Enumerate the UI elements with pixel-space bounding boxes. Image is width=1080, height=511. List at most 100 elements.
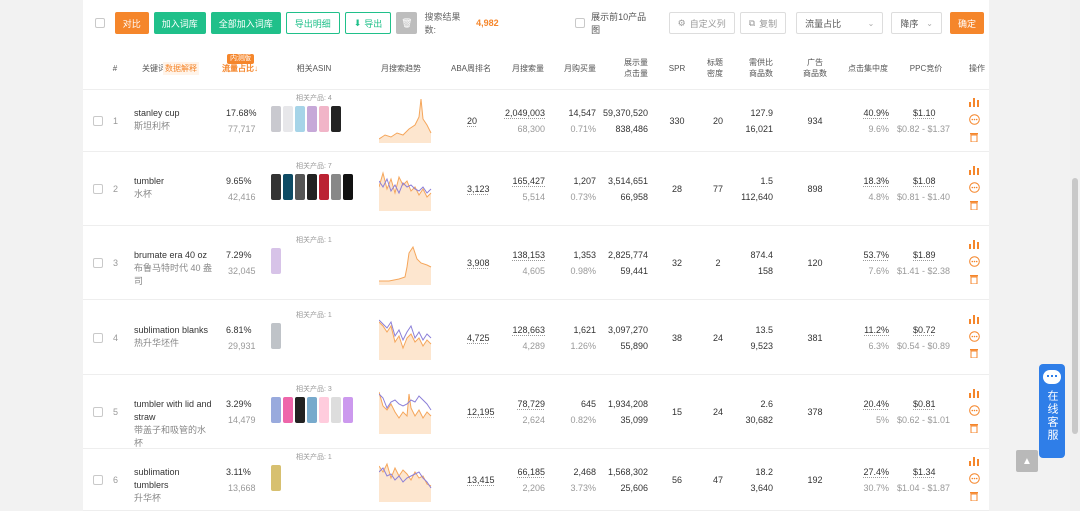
ppc-bid[interactable]: $1.10 xyxy=(913,108,936,118)
product-thumbnail[interactable] xyxy=(271,465,281,491)
bar-chart-icon[interactable] xyxy=(969,388,980,399)
delete-button[interactable]: 🗑 xyxy=(396,12,418,34)
keyword-text[interactable]: sublimation blanks xyxy=(134,324,214,337)
keyword-cell[interactable]: sublimation tumblers 升华杯 xyxy=(134,466,214,505)
trash-icon[interactable] xyxy=(969,199,980,210)
bar-chart-icon[interactable] xyxy=(969,456,980,467)
keyword-cell[interactable]: brumate era 40 oz 布鲁马特时代 40 盎司 xyxy=(134,249,214,288)
product-thumbnail[interactable] xyxy=(295,174,305,200)
keyword-cell[interactable]: sublimation blanks 热升华坯件 xyxy=(134,324,214,350)
monthly-search[interactable]: 78,729 xyxy=(501,399,545,409)
product-thumbnail[interactable] xyxy=(271,248,281,274)
keyword-text[interactable]: tumbler xyxy=(134,175,214,188)
col-title-density[interactable]: 标题 密度 xyxy=(701,46,729,90)
product-thumbnail[interactable] xyxy=(319,174,329,200)
aba-rank[interactable]: 3,908 xyxy=(467,258,490,268)
keyword-text[interactable]: sublimation tumblers xyxy=(134,466,214,492)
data-explain-link[interactable]: 数据解释 xyxy=(163,46,199,90)
table-row[interactable]: 4 sublimation blanks 热升华坯件 6.81% 29,931 … xyxy=(83,300,989,375)
click-concentration[interactable]: 40.9% xyxy=(853,108,889,118)
click-concentration[interactable]: 18.3% xyxy=(853,176,889,186)
table-row[interactable]: 2 tumbler 水杯 9.65% 42,416 相关产品: 7 3,123 … xyxy=(83,152,989,226)
ppc-bid[interactable]: $0.81 xyxy=(913,399,936,409)
trash-icon[interactable] xyxy=(969,422,980,433)
col-click-concentration[interactable]: 点击集中度 xyxy=(843,46,893,90)
scrollbar-thumb[interactable] xyxy=(1072,178,1078,434)
click-concentration[interactable]: 11.2% xyxy=(853,325,889,335)
row-checkbox[interactable] xyxy=(93,258,103,268)
product-thumbnail[interactable] xyxy=(295,397,305,423)
monthly-search[interactable]: 138,153 xyxy=(501,250,545,260)
product-thumbnail[interactable] xyxy=(331,106,341,132)
col-traffic-share[interactable]: 流量占比↓ xyxy=(215,46,265,90)
keyword-cell[interactable]: tumbler with lid and straw 带盖子和吸管的水杯 xyxy=(134,398,214,450)
row-checkbox[interactable] xyxy=(93,332,103,343)
table-row[interactable]: 3 brumate era 40 oz 布鲁马特时代 40 盎司 7.29% 3… xyxy=(83,226,989,300)
more-icon[interactable] xyxy=(968,182,980,193)
col-spr[interactable]: SPR xyxy=(663,46,691,90)
more-icon[interactable] xyxy=(968,256,980,267)
monthly-search[interactable]: 2,049,003 xyxy=(501,108,545,118)
bar-chart-icon[interactable] xyxy=(969,165,980,176)
bar-chart-icon[interactable] xyxy=(969,97,980,108)
monthly-search[interactable]: 128,663 xyxy=(501,325,545,335)
more-icon[interactable] xyxy=(968,473,980,484)
row-checkbox[interactable] xyxy=(93,475,103,485)
aba-rank[interactable]: 3,123 xyxy=(467,184,490,194)
product-thumbnail[interactable] xyxy=(271,174,281,200)
table-row[interactable]: 5 tumbler with lid and straw 带盖子和吸管的水杯 3… xyxy=(83,375,989,449)
aba-rank[interactable]: 20 xyxy=(467,116,477,126)
col-impressions[interactable]: 展示量 点击量 xyxy=(616,46,656,90)
product-thumbnail[interactable] xyxy=(283,174,293,200)
col-supply-demand[interactable]: 需供比 商品数 xyxy=(741,46,781,90)
ppc-bid[interactable]: $1.08 xyxy=(913,176,936,186)
product-thumbnail[interactable] xyxy=(295,106,305,132)
keyword-cell[interactable]: tumbler 水杯 xyxy=(134,175,214,201)
product-thumbnail[interactable] xyxy=(307,174,317,200)
col-monthly-buy[interactable]: 月购买量 xyxy=(556,46,604,90)
monthly-search[interactable]: 66,185 xyxy=(501,467,545,477)
click-concentration[interactable]: 53.7% xyxy=(853,250,889,260)
product-thumbnail[interactable] xyxy=(307,106,317,132)
row-checkbox[interactable] xyxy=(93,116,103,126)
product-thumbnail[interactable] xyxy=(343,174,353,200)
ppc-bid[interactable]: $1.34 xyxy=(913,467,936,477)
export-detail-button[interactable]: 导出明细 xyxy=(285,12,340,34)
product-thumbnail[interactable] xyxy=(283,106,293,132)
product-thumbnail[interactable] xyxy=(283,397,293,423)
trash-icon[interactable] xyxy=(969,490,980,501)
confirm-button[interactable]: 确定 xyxy=(949,12,984,34)
product-thumbnail[interactable] xyxy=(271,397,281,423)
copy-button[interactable]: ⧉ 复制 xyxy=(739,12,787,34)
table-row[interactable]: 1 stanley cup 斯坦利杯 17.68% 77,717 相关产品: 4… xyxy=(83,90,989,152)
row-checkbox[interactable] xyxy=(93,184,103,194)
select-all-checkbox[interactable] xyxy=(95,18,105,28)
show-top10-checkbox[interactable] xyxy=(575,18,586,28)
trash-icon[interactable] xyxy=(969,131,980,142)
monthly-search[interactable]: 165,427 xyxy=(501,176,545,186)
table-row[interactable]: 6 sublimation tumblers 升华杯 3.11% 13,668 … xyxy=(83,449,989,511)
col-ad-products[interactable]: 广告 商品数 xyxy=(795,46,835,90)
trash-icon[interactable] xyxy=(969,273,980,284)
bar-chart-icon[interactable] xyxy=(969,239,980,250)
product-thumbnail[interactable] xyxy=(271,106,281,132)
product-thumbnail[interactable] xyxy=(343,397,353,423)
product-thumbnail[interactable] xyxy=(319,397,329,423)
bar-chart-icon[interactable] xyxy=(969,314,980,325)
export-button[interactable]: ⬇ 导出 xyxy=(344,12,392,34)
online-service-widget[interactable]: 在线客服 xyxy=(1039,364,1065,458)
product-thumbnail[interactable] xyxy=(331,174,341,200)
trash-icon[interactable] xyxy=(969,348,980,359)
col-aba-rank[interactable]: ABA周排名 xyxy=(446,46,496,90)
col-monthly-search[interactable]: 月搜索量 xyxy=(504,46,552,90)
click-concentration[interactable]: 27.4% xyxy=(853,467,889,477)
row-checkbox[interactable] xyxy=(93,407,103,417)
keyword-text[interactable]: tumbler with lid and straw xyxy=(134,398,214,424)
aba-rank[interactable]: 12,195 xyxy=(467,407,495,417)
add-all-to-library-button[interactable]: 全部加入词库 xyxy=(210,12,281,34)
more-icon[interactable] xyxy=(968,405,980,416)
ppc-bid[interactable]: $0.72 xyxy=(913,325,936,335)
custom-columns-button[interactable]: ⚙ 自定义列 xyxy=(668,12,735,34)
col-ppc[interactable]: PPC竞价 xyxy=(903,46,949,90)
sort-order-select[interactable]: 降序 ⌄ xyxy=(891,12,942,34)
